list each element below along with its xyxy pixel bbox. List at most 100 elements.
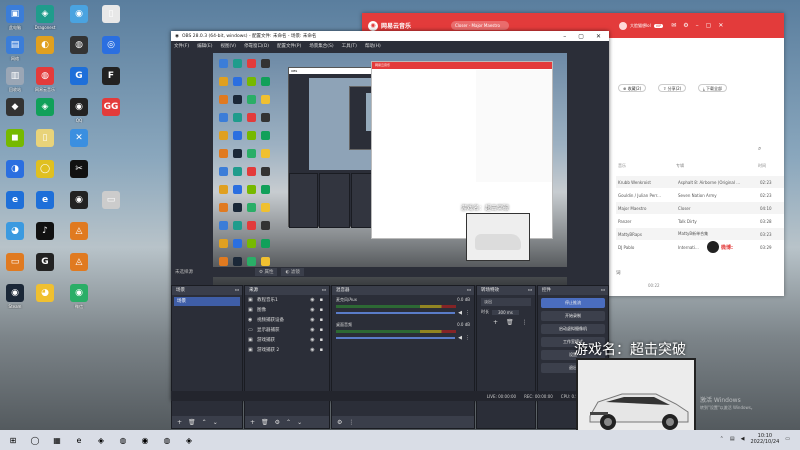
minimize-icon[interactable]: –: [563, 33, 566, 40]
collect-button[interactable]: ⊕ 收藏(2): [618, 84, 647, 92]
menu-item[interactable]: 工具(T): [342, 43, 357, 49]
eye-icon[interactable]: ◉: [310, 307, 314, 313]
desktop-icon[interactable]: ◉: [64, 191, 94, 211]
desktop-icon[interactable]: ◑: [0, 160, 30, 180]
source-item[interactable]: ▣ 游戏捕获 ◉ ▪: [245, 335, 329, 345]
move-up-icon[interactable]: ⌃: [202, 419, 207, 426]
menu-item[interactable]: 编辑(E): [197, 43, 212, 49]
more-icon[interactable]: ⋮: [465, 335, 470, 341]
menu-item[interactable]: 帮助(H): [365, 43, 381, 49]
source-item[interactable]: ▣ 教程音乐1 ◉ ▪: [245, 295, 329, 305]
close-icon[interactable]: ✕: [718, 22, 723, 29]
music-search-input[interactable]: Closer - Major Maestro: [451, 21, 510, 30]
taskbar-app-icon[interactable]: ◈: [180, 433, 198, 447]
taskbar-app-icon[interactable]: ◍: [158, 433, 176, 447]
more-icon[interactable]: ⋮: [465, 310, 470, 316]
add-scene-icon[interactable]: +: [177, 419, 182, 426]
lock-icon[interactable]: ▪: [320, 317, 323, 323]
eye-icon[interactable]: ◉: [310, 347, 314, 353]
taskbar-app-icon[interactable]: ◍: [114, 433, 132, 447]
desktop-icon[interactable]: ◍ 网易云音乐: [30, 67, 60, 92]
desktop-icon[interactable]: GG: [96, 98, 126, 118]
source-item[interactable]: ▣ 游戏捕获 2 ◉ ▪: [245, 345, 329, 355]
desktop-icon[interactable]: G: [30, 253, 60, 273]
desktop-icon[interactable]: ♪: [30, 222, 60, 242]
chevron-up-icon[interactable]: ⌃: [720, 436, 724, 442]
desktop-icon[interactable]: F: [96, 67, 126, 87]
more-icon[interactable]: ⋮: [522, 319, 528, 326]
desktop-icon[interactable]: ◯: [30, 160, 60, 180]
search-icon[interactable]: ⌕: [758, 145, 761, 153]
desktop-icon[interactable]: ▯: [30, 129, 60, 149]
gear-icon[interactable]: ⚙: [275, 419, 280, 426]
download-all-button[interactable]: ⤓ 下载全部: [698, 84, 728, 92]
move-down-icon[interactable]: ⌄: [297, 419, 302, 426]
control-button[interactable]: 开始录制: [541, 311, 605, 321]
taskbar-app-icon[interactable]: ◉: [136, 433, 154, 447]
taskbar-app-icon[interactable]: ◯: [26, 433, 44, 447]
move-down-icon[interactable]: ⌄: [213, 419, 218, 426]
lock-icon[interactable]: ▪: [320, 347, 323, 353]
properties-button[interactable]: ⚙ 属性: [255, 268, 278, 276]
lock-icon[interactable]: ▪: [320, 337, 323, 343]
mail-icon[interactable]: ✉: [671, 22, 676, 29]
desktop-icon[interactable]: ▭: [96, 191, 126, 211]
remove-transition-icon[interactable]: 🗑: [506, 319, 514, 326]
desktop-icon[interactable]: ▤ 网络: [0, 36, 30, 61]
desktop-icon[interactable]: ▥ 回收站: [0, 67, 30, 92]
volume-icon[interactable]: ◀: [458, 310, 462, 316]
dock-menu-icon[interactable]: ▭: [601, 286, 605, 295]
maximize-icon[interactable]: ▢: [578, 33, 584, 40]
song-row[interactable]: Major Maestro Closer 04:10: [616, 202, 784, 214]
obs-titlebar[interactable]: ◉ OBS 28.0.3 (64-bit, windows) - 配置文件: 未…: [171, 31, 609, 41]
more-icon[interactable]: ⋮: [348, 419, 354, 426]
transition-type-select[interactable]: 淡出: [481, 298, 531, 306]
desktop-icon[interactable]: ◬: [64, 222, 94, 242]
scene-item[interactable]: 场景: [174, 297, 240, 306]
volume-icon[interactable]: ◀: [458, 335, 462, 341]
song-row[interactable]: Panzer Talk Dirty 03:28: [616, 215, 784, 227]
desktop-icon[interactable]: ✕: [64, 129, 94, 149]
taskbar-app-icon[interactable]: e: [70, 433, 88, 447]
obs-preview[interactable]: OBS 网易云音乐 游戏名：超击突破: [213, 53, 567, 285]
desktop-icon[interactable]: ◎: [96, 36, 126, 56]
eye-icon[interactable]: ◉: [310, 337, 314, 343]
remove-scene-icon[interactable]: 🗑: [188, 419, 196, 426]
gear-icon[interactable]: ⚙: [683, 22, 688, 29]
desktop-icon[interactable]: ◼: [0, 129, 30, 149]
menu-item[interactable]: 配置文件(P): [277, 43, 301, 49]
obs-window[interactable]: ◉ OBS 28.0.3 (64-bit, windows) - 配置文件: 未…: [171, 31, 609, 429]
menu-item[interactable]: 视图(V): [220, 43, 236, 49]
mixer-ch2-slider[interactable]: [336, 337, 456, 339]
add-transition-icon[interactable]: +: [493, 319, 498, 326]
lyrics-label[interactable]: 词: [616, 270, 621, 276]
maximize-icon[interactable]: ▢: [706, 22, 712, 29]
lock-icon[interactable]: ▪: [320, 307, 323, 313]
notification-icon[interactable]: ▭: [785, 436, 790, 442]
desktop-icon[interactable]: [96, 284, 126, 304]
song-row[interactable]: MattyBRaps MattyB新单合集 03:23: [616, 228, 784, 240]
lock-icon[interactable]: ▪: [320, 297, 323, 303]
desktop-icon[interactable]: ▯: [96, 5, 126, 25]
dock-menu-icon[interactable]: ▭: [528, 286, 532, 295]
desktop-icon[interactable]: ◈ Dragonest: [30, 5, 60, 30]
gear-icon[interactable]: ⚙: [337, 419, 342, 426]
filters-button[interactable]: ◐ 滤镜: [281, 268, 304, 276]
desktop-icon[interactable]: ◉ QQ: [64, 98, 94, 123]
desktop-icon[interactable]: [96, 222, 126, 242]
desktop-icon[interactable]: e: [0, 191, 30, 211]
control-button[interactable]: 停止推流: [541, 298, 605, 308]
desktop-icon[interactable]: ◍: [64, 36, 94, 56]
desktop-icon[interactable]: [96, 129, 126, 149]
eye-icon[interactable]: ◉: [310, 297, 314, 303]
desktop-icon[interactable]: e: [30, 191, 60, 211]
desktop-icon[interactable]: ◬: [64, 253, 94, 273]
desktop-icon[interactable]: ▭: [0, 253, 30, 273]
desktop-icon[interactable]: ◆: [0, 98, 30, 118]
desktop-icon[interactable]: ◈: [30, 98, 60, 118]
network-icon[interactable]: ▤: [730, 436, 735, 442]
song-row[interactable]: Krubb Wenkroist Asphalt 8: Airborne (Orig…: [616, 176, 784, 188]
menu-item[interactable]: 停靠窗口(D): [244, 43, 269, 49]
taskbar-app-icon[interactable]: ◈: [92, 433, 110, 447]
minimize-icon[interactable]: –: [696, 22, 699, 29]
